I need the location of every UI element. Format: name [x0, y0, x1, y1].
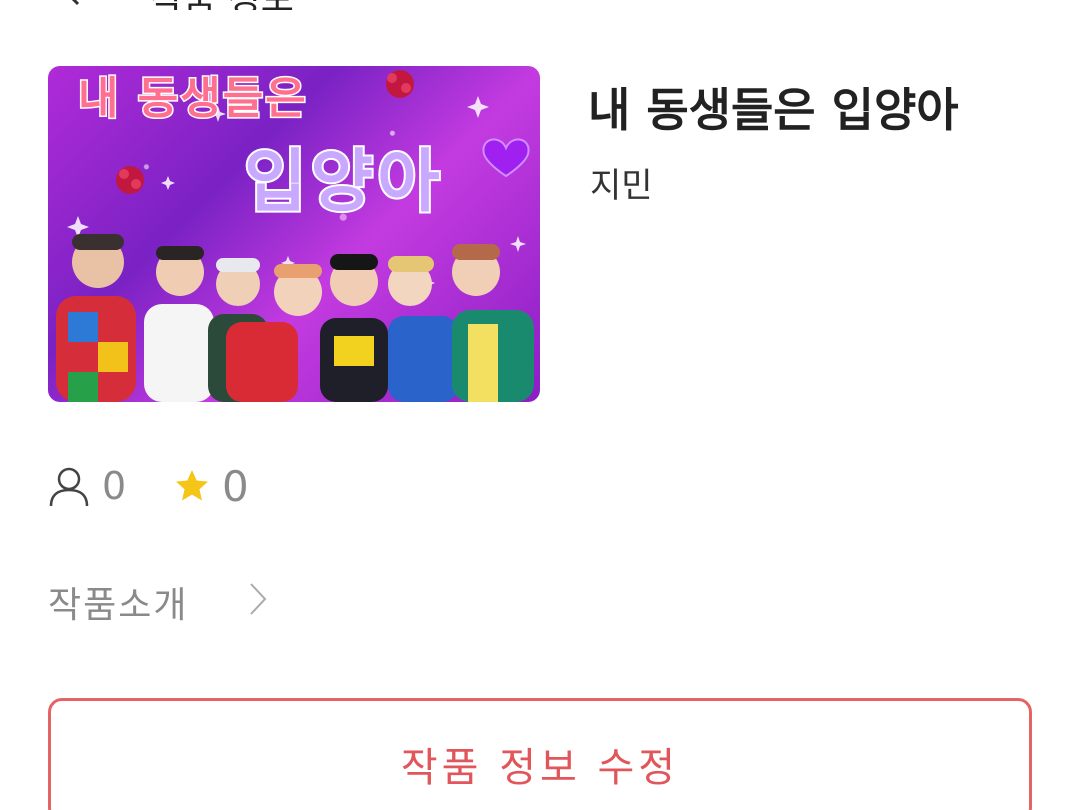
cover-main-text: 입양아	[242, 141, 444, 224]
stars-count: 0	[222, 462, 249, 511]
intro-link[interactable]: 작품소개	[48, 574, 267, 626]
page-title: 작품 정보	[150, 0, 294, 10]
chevron-right-icon	[250, 583, 267, 615]
group-photo	[56, 234, 534, 402]
edit-work-info-label: 작품 정보 수정	[400, 745, 680, 791]
work-title: 내 동생들은 입양아	[588, 83, 959, 137]
edit-work-info-button[interactable]: 작품 정보 수정	[48, 698, 1032, 810]
work-author[interactable]: 지민	[590, 158, 653, 207]
star-icon	[176, 470, 208, 501]
person-icon	[49, 467, 89, 507]
cover-top-text: 내 동생들은	[77, 72, 308, 126]
readers-count: 0	[102, 464, 127, 508]
cover-image: 내 동생들은 입양아	[48, 66, 540, 402]
top-bar: 작품 정보	[0, 0, 1080, 10]
intro-label: 작품소개	[48, 585, 189, 626]
chevron-left-icon[interactable]	[58, 0, 86, 6]
work-detail-page: 작품 정보	[0, 0, 1080, 810]
heart-sticker	[482, 138, 530, 178]
